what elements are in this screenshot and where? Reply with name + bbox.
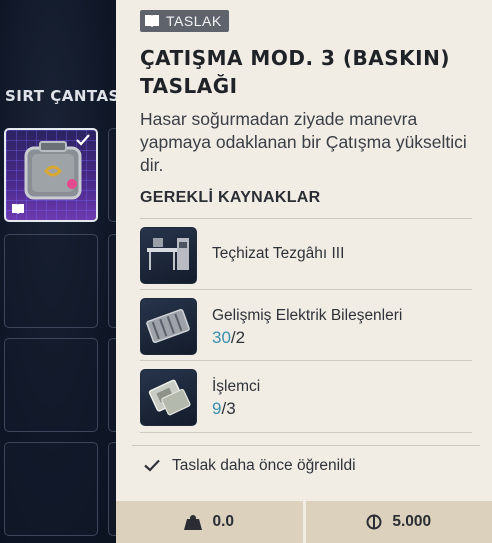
required-resources-title: GEREKLİ KAYNAKLAR xyxy=(140,189,321,206)
required-count: 3 xyxy=(226,399,236,418)
check-icon xyxy=(144,459,160,472)
required-count: 2 xyxy=(235,328,246,347)
tag-label: TASLAK xyxy=(166,13,222,29)
requirement-row: İşlemci 9/3 xyxy=(140,360,472,433)
blueprint-book-icon xyxy=(12,204,24,214)
item-title-line2: TASLAĞI xyxy=(140,74,238,98)
tooltip-footer: 0.0 5.000 xyxy=(116,501,492,543)
item-description: Hasar soğurmadan ziyade manevra yapmaya … xyxy=(140,109,467,175)
mod-case-icon xyxy=(24,141,82,200)
requirement-row: Gelişmiş Elektrik Bileşenleri 30/2 xyxy=(140,289,472,362)
weight-icon xyxy=(184,514,203,530)
requirement-count: 9/3 xyxy=(212,399,236,419)
blueprint-tag: TASLAK xyxy=(140,10,229,32)
divider xyxy=(140,432,472,433)
inventory-slot[interactable] xyxy=(4,442,98,536)
requirement-name: Teçhizat Tezgâhı III xyxy=(212,245,345,262)
processor-icon xyxy=(140,369,197,426)
inventory-slot[interactable] xyxy=(4,234,98,328)
book-icon xyxy=(145,15,159,27)
electrical-components-icon xyxy=(140,298,197,355)
coin-icon xyxy=(366,514,382,530)
learned-text: Taslak daha önce öğrenildi xyxy=(172,457,356,474)
requirement-name: İşlemci xyxy=(212,378,261,395)
item-tooltip-panel: TASLAK ÇATIŞMA MOD. 3 (BASKIN) TASLAĞI H… xyxy=(116,0,492,543)
price-cell: 5.000 xyxy=(302,501,492,543)
requirement-name: Gelişmiş Elektrik Bileşenleri xyxy=(212,307,403,324)
weight-value: 0.0 xyxy=(212,513,235,530)
owned-check-icon xyxy=(76,134,90,146)
learned-status: Taslak daha önce öğrenildi xyxy=(132,445,480,486)
workbench-icon xyxy=(140,227,197,284)
item-title-line1: ÇATIŞMA MOD. 3 (BASKIN) xyxy=(140,46,450,70)
requirement-count: 30/2 xyxy=(212,328,245,348)
item-title: ÇATIŞMA MOD. 3 (BASKIN) TASLAĞI xyxy=(140,44,480,100)
requirement-row: Teçhizat Tezgâhı III xyxy=(140,218,472,291)
inventory-slot-blueprint[interactable] xyxy=(4,128,98,222)
owned-count: 30 xyxy=(212,328,231,347)
inventory-slot[interactable] xyxy=(4,338,98,432)
price-value: 5.000 xyxy=(392,513,432,530)
weight-cell: 0.0 xyxy=(116,501,303,543)
backpack-section-title: SIRT ÇANTASI xyxy=(5,87,126,105)
